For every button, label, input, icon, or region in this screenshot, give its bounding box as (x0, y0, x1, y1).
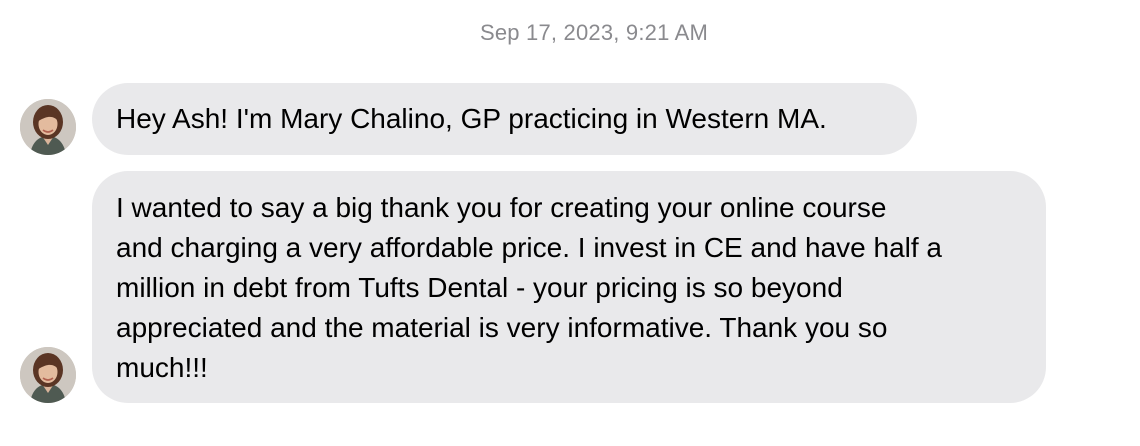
message-text-line: I wanted to say a big thank you for crea… (116, 192, 887, 223)
contact-avatar[interactable] (20, 347, 76, 403)
message-text: Hey Ash! I'm Mary Chalino, GP practicing… (116, 103, 827, 134)
contact-avatar[interactable] (20, 99, 76, 155)
message-text-line: million in debt from Tufts Dental - your… (116, 272, 843, 303)
message-text-line: appreciated and the material is very inf… (116, 312, 888, 343)
person-photo-icon (20, 347, 76, 403)
message-bubble[interactable]: Hey Ash! I'm Mary Chalino, GP practicing… (92, 83, 917, 155)
message-text-line: and charging a very affordable price. I … (116, 232, 942, 263)
message-text-line: much!!! (116, 352, 208, 383)
message-timestamp: Sep 17, 2023, 9:21 AM (479, 20, 709, 45)
person-photo-icon (20, 99, 76, 155)
message-bubble[interactable]: I wanted to say a big thank you for crea… (92, 171, 1046, 403)
